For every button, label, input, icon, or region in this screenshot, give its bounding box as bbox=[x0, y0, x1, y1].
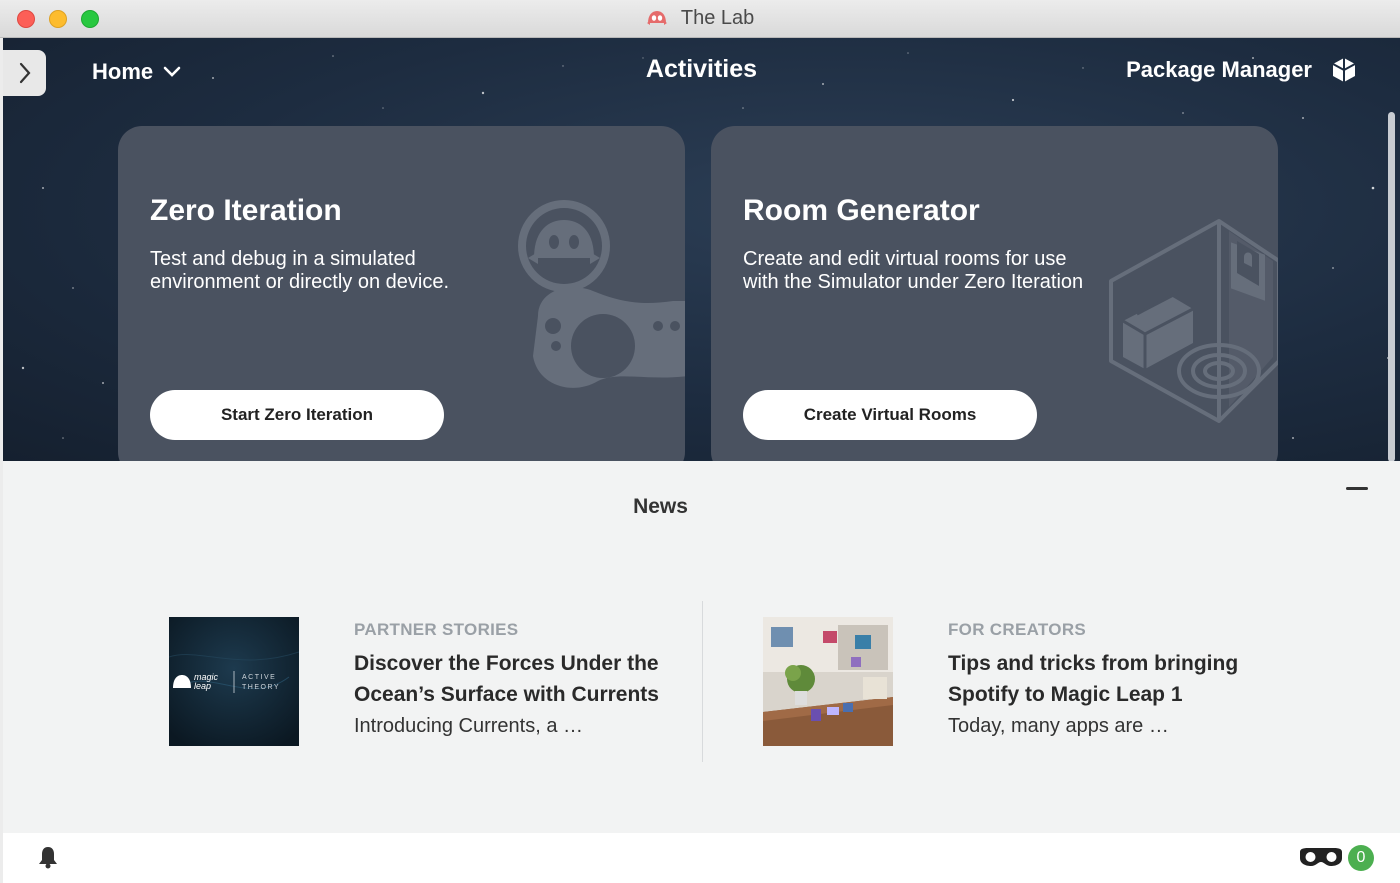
bell-icon[interactable] bbox=[37, 845, 59, 869]
room-generator-card: Room Generator Create and edit virtual r… bbox=[711, 126, 1278, 461]
window-titlebar: The Lab bbox=[0, 0, 1400, 38]
thumbnail-brand-text: magic leap bbox=[194, 672, 219, 691]
article-category: PARTNER STORIES bbox=[354, 620, 519, 639]
lab-logo-icon bbox=[646, 9, 668, 33]
zero-iteration-card: Zero Iteration Test and debug in a simul… bbox=[118, 126, 685, 461]
package-manager-button[interactable]: Package Manager bbox=[1126, 56, 1358, 84]
controller-mascot-icon bbox=[518, 200, 685, 388]
package-cube-icon bbox=[1332, 58, 1356, 82]
article-thumbnail: magic leap ACTIVE THEORY bbox=[169, 617, 299, 746]
article-headline[interactable]: Tips and tricks from bringing Spotify to… bbox=[948, 648, 1268, 710]
device-count-badge: 0 bbox=[1348, 845, 1374, 871]
window-title: The Lab bbox=[0, 7, 1400, 33]
scrollbar-thumb[interactable] bbox=[1388, 112, 1395, 461]
thumbnail-partner-text: ACTIVE THEORY bbox=[242, 674, 281, 691]
news-divider bbox=[702, 601, 703, 762]
news-title: News bbox=[633, 495, 688, 518]
card-title: Room Generator bbox=[743, 194, 980, 227]
article-category: FOR CREATORS bbox=[948, 620, 1087, 639]
activities-scrollbar[interactable] bbox=[1388, 112, 1395, 461]
status-bar: 0 bbox=[3, 833, 1400, 883]
article-thumbnail bbox=[763, 617, 893, 746]
article-headline[interactable]: Discover the Forces Under the Ocean’s Su… bbox=[354, 648, 674, 710]
article-excerpt: Introducing Currents, a … bbox=[354, 715, 583, 737]
activities-panel: Home Activities Package Manager Zero Ite… bbox=[3, 38, 1400, 461]
news-panel: News magic leap ACTIVE THEORY PARTNER ST… bbox=[3, 461, 1400, 833]
card-title: Zero Iteration bbox=[150, 194, 342, 227]
collapse-news-button[interactable] bbox=[1346, 487, 1368, 490]
create-virtual-rooms-button[interactable]: Create Virtual Rooms bbox=[743, 390, 1037, 440]
card-description: Test and debug in a simulated environmen… bbox=[150, 248, 450, 293]
package-manager-label: Package Manager bbox=[1126, 57, 1312, 82]
window-title-text: The Lab bbox=[680, 7, 755, 29]
start-zero-iteration-button[interactable]: Start Zero Iteration bbox=[150, 390, 444, 440]
article-excerpt: Today, many apps are … bbox=[948, 715, 1169, 737]
card-description: Create and edit virtual rooms for use wi… bbox=[743, 248, 1084, 293]
room-isometric-icon bbox=[1109, 219, 1278, 423]
headset-device-icon[interactable] bbox=[1298, 846, 1344, 868]
